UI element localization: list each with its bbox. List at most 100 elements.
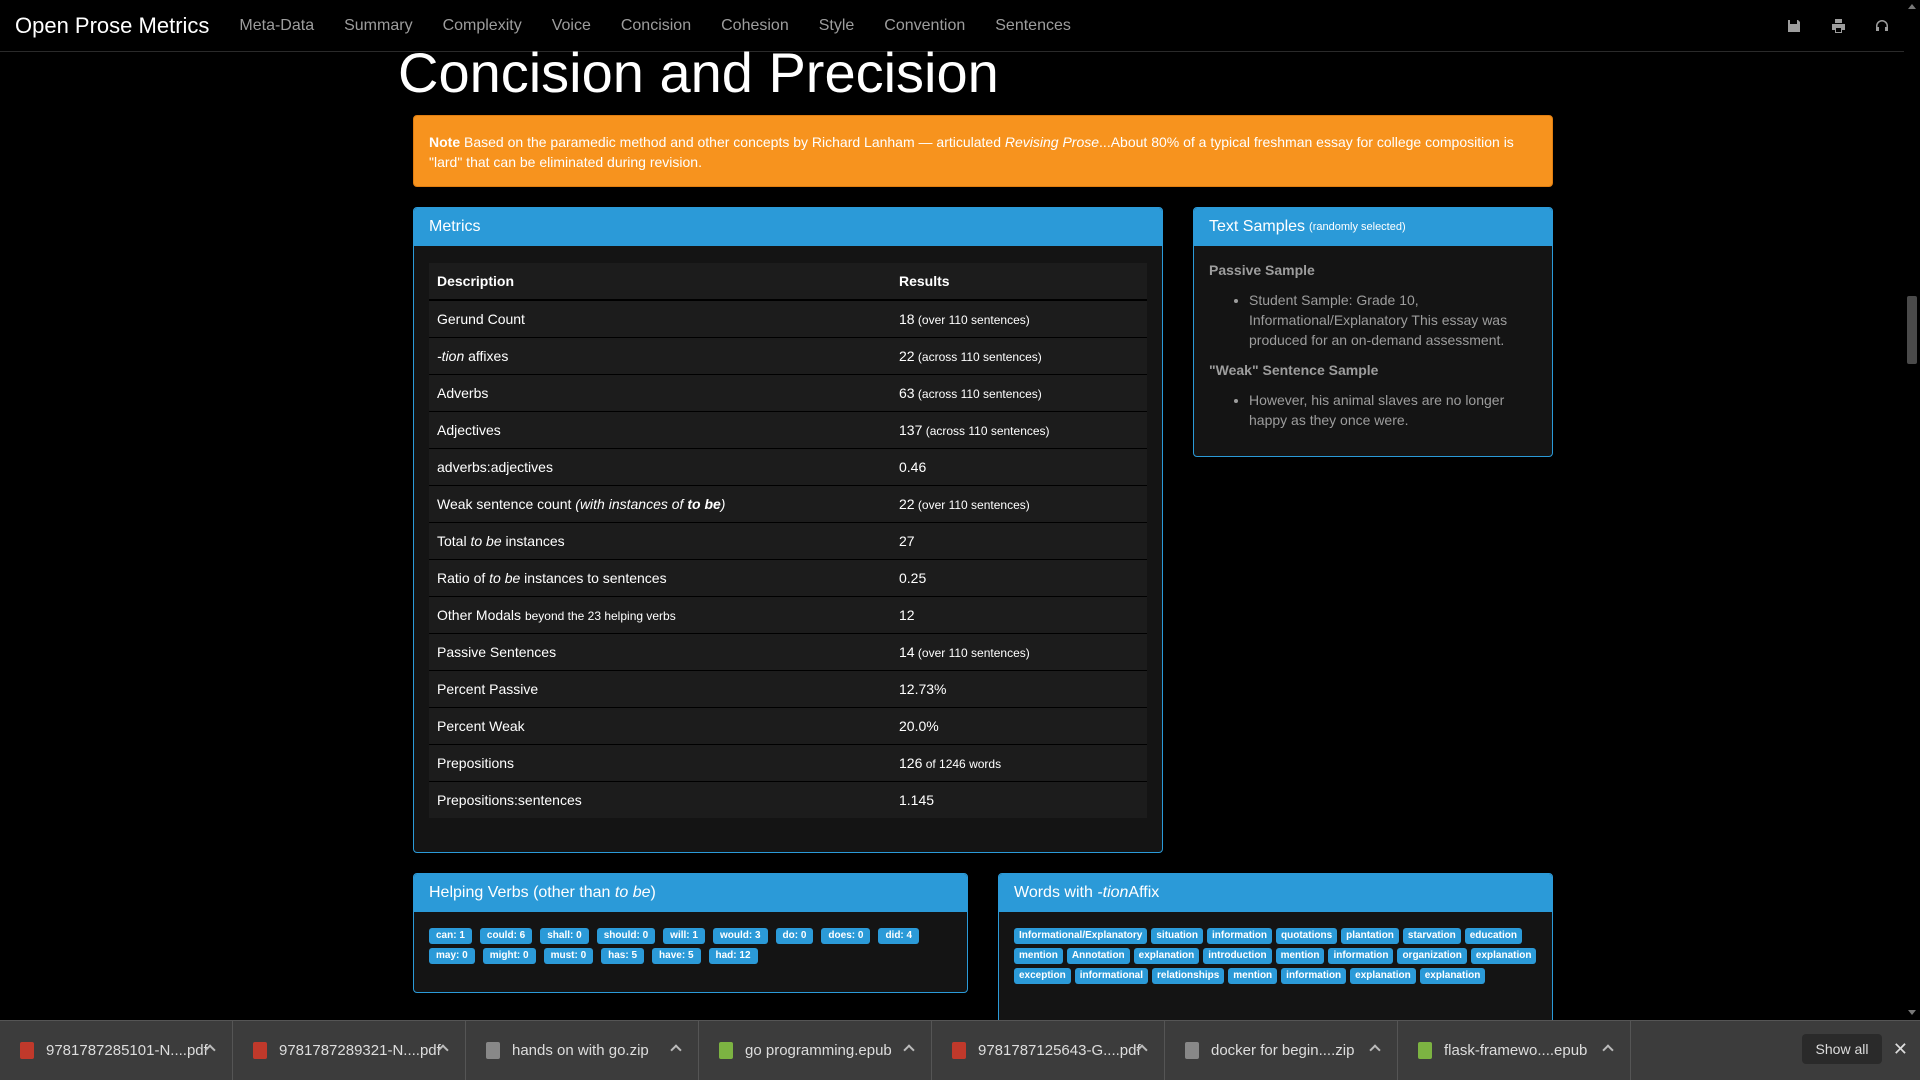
download-item[interactable]: docker for begin....zip [1165, 1020, 1398, 1080]
metric-label-note: beyond the 23 helping verbs [524, 608, 676, 623]
metric-row: Ratio of to be instances to sentences 0.2… [429, 558, 1147, 596]
page-title: Concision and Precision [398, 41, 999, 104]
metric-label: Total [437, 532, 471, 549]
metric-row: -tion affixes 22 (across 110 sentences) [429, 336, 1147, 374]
weak-sample-title: "Weak" Sentence Sample [1209, 362, 1379, 378]
tion-heading-text: Words with [1014, 884, 1093, 901]
helping-verb-tag: had: 12 [708, 948, 758, 964]
download-item[interactable]: 9781787289321-N....pdf [233, 1020, 466, 1080]
download-item[interactable]: 9781787285101-N....pdf [0, 1020, 233, 1080]
text-samples-title: Text Samples [1209, 218, 1306, 235]
metric-result: 12.73% [891, 669, 1147, 707]
metric-label: Gerund Count [437, 310, 525, 327]
download-item[interactable]: flask-framewo....epub [1398, 1020, 1631, 1080]
show-all-button[interactable]: Show all [1802, 1034, 1882, 1064]
tion-word-tag: introduction [1203, 948, 1272, 964]
passive-sample-text: Student Sample: Grade 10, Informational/… [1249, 290, 1537, 350]
download-item[interactable]: go programming.epub [699, 1020, 932, 1080]
metric-row: Prepositions 126 of 1246 words [429, 743, 1147, 781]
download-filename: docker for begin....zip [1211, 1042, 1355, 1059]
metric-result: 0.25 [891, 558, 1147, 596]
nav-summary[interactable]: Summary [329, 17, 427, 35]
tion-words-tags: Informational/Explanatory situation inform… [999, 912, 1552, 1000]
metric-value: 0.46 [899, 458, 927, 475]
metric-value: 0.25 [899, 569, 927, 586]
epub-file-icon [719, 1042, 733, 1059]
tion-word-tag: mention [1275, 948, 1325, 964]
tion-word-tag: starvation [1402, 928, 1461, 944]
tion-word-tag: plantation [1341, 928, 1399, 944]
metric-value: 18 [899, 310, 915, 327]
download-filename: 9781787289321-N....pdf [279, 1042, 441, 1059]
nav-convention[interactable]: Convention [869, 17, 980, 35]
zip-file-icon [486, 1042, 500, 1059]
pdf-file-icon [20, 1042, 34, 1059]
scroll-up-arrow-icon[interactable] [1908, 4, 1916, 9]
close-icon[interactable]: ✕ [1893, 1039, 1908, 1060]
metric-row: Percent Weak 20.0% [429, 706, 1147, 744]
helping-verb-tag: should: 0 [596, 928, 656, 944]
nav-sentences[interactable]: Sentences [980, 17, 1086, 35]
metric-result: 14 (over 110 sentences) [891, 632, 1147, 670]
metric-row: adverbs:adjectives 0.46 [429, 447, 1147, 485]
nav-voice[interactable]: Voice [537, 17, 606, 35]
tion-word-tag: Annotation [1066, 948, 1130, 964]
chevron-up-icon[interactable] [903, 1043, 915, 1056]
tion-word-tag: relationships [1152, 968, 1225, 984]
metric-result: 126 of 1246 words [891, 743, 1147, 781]
metric-result: 63 (across 110 sentences) [891, 373, 1147, 411]
scroll-down-arrow-icon[interactable] [1908, 1010, 1916, 1015]
tion-word-tag: information [1281, 968, 1347, 984]
metric-value: 20.0% [899, 717, 939, 734]
zip-file-icon [1185, 1042, 1199, 1059]
nav-meta-data[interactable]: Meta-Data [224, 17, 329, 35]
metric-label: Other Modals [437, 606, 525, 623]
metric-label-em-close: ) [720, 495, 726, 512]
helping-verb-tag: may: 0 [429, 948, 475, 964]
chevron-up-icon[interactable] [1369, 1043, 1381, 1056]
nav-complexity[interactable]: Complexity [428, 17, 537, 35]
download-filename: 9781787125643-G....pdf [978, 1042, 1141, 1059]
metric-result: 22 (over 110 sentences) [891, 484, 1147, 522]
nav-concision[interactable]: Concision [606, 17, 706, 35]
metric-value: 63 [899, 384, 915, 401]
download-item[interactable]: hands on with go.zip [466, 1020, 699, 1080]
download-item[interactable]: 9781787125643-G....pdf [932, 1020, 1165, 1080]
metric-row: Prepositions:sentences 1.145 [429, 780, 1147, 818]
tion-word-tag: mention [1228, 968, 1278, 984]
metric-description: Prepositions:sentences [429, 780, 891, 818]
metric-result: 27 [891, 521, 1147, 559]
weak-sample-text: However, his animal slaves are no longer… [1249, 390, 1537, 430]
metric-result: 137 (across 110 sentences) [891, 410, 1147, 448]
metric-description: -tion affixes [429, 336, 891, 374]
tion-word-tag: Informational/Explanatory [1014, 928, 1148, 944]
page-scrollbar[interactable] [1904, 0, 1920, 1020]
metric-label-em: -tion [437, 347, 465, 364]
metric-row: Adverbs 63 (across 110 sentences) [429, 373, 1147, 411]
brand-title[interactable]: Open Prose Metrics [15, 13, 209, 39]
tion-word-tag: information [1328, 948, 1394, 964]
pdf-file-icon [253, 1042, 267, 1059]
metrics-table: Description Results Gerund Count 18 (over… [429, 263, 1147, 818]
metric-label-suffix: affixes [464, 347, 509, 364]
nav-style[interactable]: Style [804, 17, 870, 35]
metric-label: Passive Sentences [437, 643, 557, 660]
tion-word-tag: explanation [1419, 968, 1486, 984]
nav-cohesion[interactable]: Cohesion [706, 17, 804, 35]
metric-label: Adjectives [437, 421, 501, 438]
metric-value: 12 [899, 606, 915, 623]
helping-verb-tag: would: 3 [712, 928, 768, 944]
metrics-panel: Metrics Description Results Gerund Count… [413, 207, 1163, 853]
chevron-up-icon[interactable] [670, 1043, 682, 1056]
scrollbar-thumb[interactable] [1907, 296, 1917, 364]
metric-description: Adverbs [429, 373, 891, 411]
save-icon[interactable] [1772, 0, 1816, 52]
text-samples-heading: Text Samples (randomly selected) [1194, 208, 1552, 246]
headphones-icon[interactable] [1860, 0, 1904, 52]
metric-result: 22 (across 110 sentences) [891, 336, 1147, 374]
helping-verb-tag: have: 5 [652, 948, 701, 964]
chevron-up-icon[interactable] [1602, 1043, 1614, 1056]
print-icon[interactable] [1816, 0, 1860, 52]
metric-value: 1.145 [899, 791, 935, 808]
helping-verbs-heading: Helping Verbs (other than to be) [414, 874, 967, 912]
